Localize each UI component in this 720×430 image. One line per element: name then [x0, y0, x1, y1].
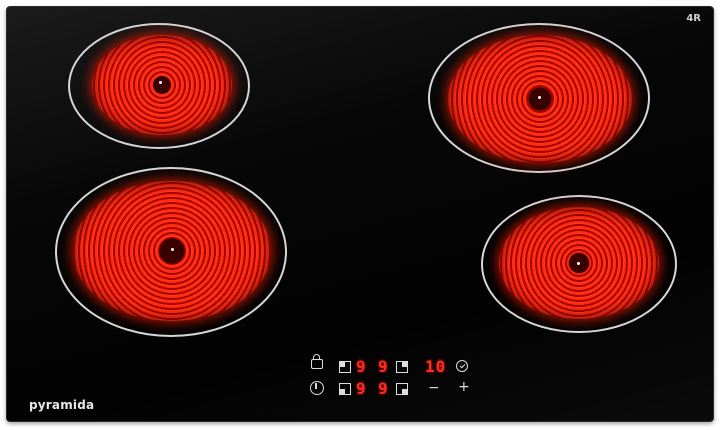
ceramic-hob: 9 9 10 9 9 − + pyramida 4R — [6, 6, 714, 422]
heating-element-bottom-left — [73, 181, 271, 321]
zone-level-display: 9 — [356, 379, 367, 398]
plus-button[interactable]: + — [458, 380, 470, 394]
zone-center-dot — [538, 96, 541, 99]
zone-center-dot — [159, 81, 162, 84]
corner-mark: 4R — [686, 13, 701, 24]
zone-level-display: 9 — [378, 357, 389, 376]
zone-level-display: 9 — [378, 379, 389, 398]
minus-button[interactable]: − — [428, 381, 440, 395]
zone-center-dot — [171, 248, 174, 251]
timer-display: 10 — [425, 357, 447, 376]
zone-level-display: 9 — [356, 357, 367, 376]
zone-select-icon[interactable] — [396, 383, 408, 395]
heating-element-top-right — [448, 35, 632, 163]
lock-icon[interactable] — [311, 354, 323, 369]
zone-select-icon[interactable] — [339, 383, 351, 395]
heating-element-top-left — [92, 35, 232, 135]
brand-logo: pyramida — [29, 398, 95, 412]
power-icon[interactable] — [310, 381, 324, 395]
zone-select-icon[interactable] — [339, 361, 351, 373]
zone-center-dot — [577, 262, 580, 265]
zone-select-icon[interactable] — [396, 361, 408, 373]
timer-icon[interactable] — [456, 360, 468, 372]
